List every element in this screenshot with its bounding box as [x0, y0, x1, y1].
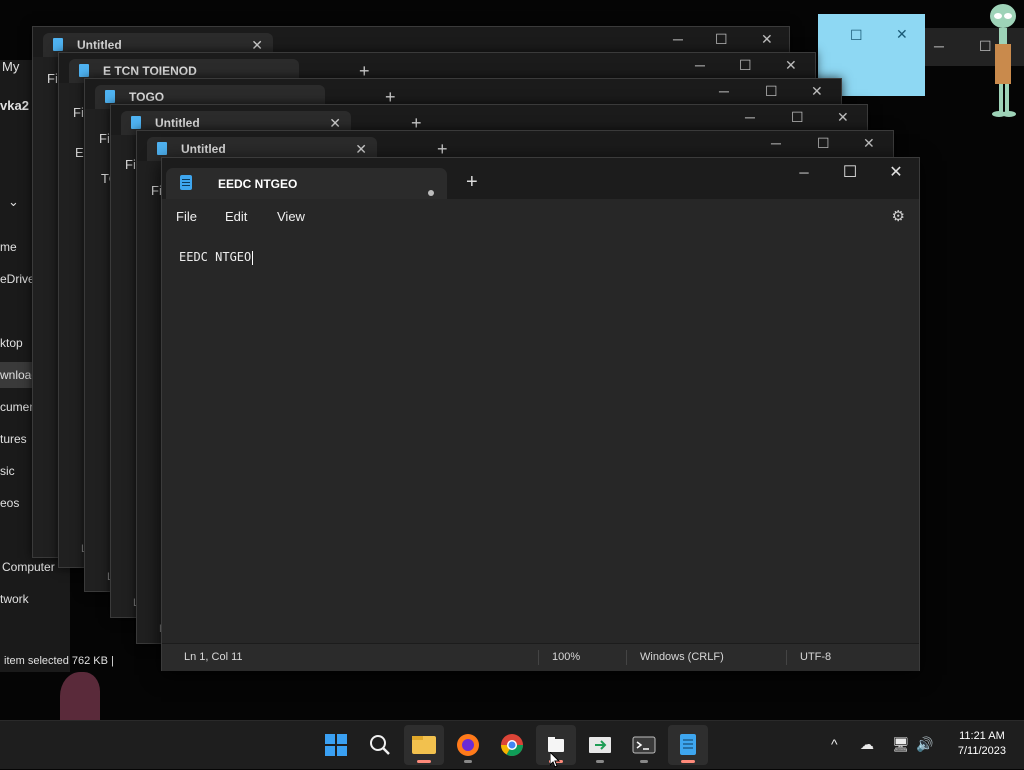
explorer-nav-item[interactable]: sic — [0, 464, 15, 478]
explorer-menu-fragment: My — [2, 59, 20, 74]
chevron-down-icon[interactable]: ⌄ — [8, 194, 19, 210]
tab-title: Untitled — [155, 116, 200, 130]
cartoon-character-image — [985, 2, 1021, 120]
remote-button[interactable] — [580, 725, 620, 765]
menu-fragment: Fi — [125, 157, 136, 172]
network-icon[interactable]: 🖥 — [892, 736, 910, 753]
status-bar: Ln 1, Col 11 100% Windows (CRLF) UTF-8 — [162, 643, 919, 671]
file-explorer-button[interactable] — [404, 725, 444, 765]
close-button[interactable]: ✕ — [873, 158, 919, 188]
bg-minimize-icon: ─ — [934, 38, 944, 54]
gear-icon[interactable]: ⚙ — [892, 207, 905, 225]
maximize-button[interactable]: ☐ — [827, 158, 873, 188]
tab-active[interactable]: EEDC NTGEO — [166, 168, 447, 199]
tab-title: EEDC NTGEO — [218, 177, 298, 191]
notepad-icon — [180, 175, 192, 190]
explorer-nav-item[interactable]: twork — [0, 592, 29, 606]
explorer-nav-item[interactable]: eos — [0, 496, 19, 510]
terminal-icon — [632, 736, 656, 754]
cloud-icon[interactable]: ☁ — [860, 736, 874, 753]
tab-title: Untitled — [181, 142, 226, 156]
line-ending: Windows (CRLF) — [640, 651, 724, 663]
start-icon — [325, 734, 347, 756]
zoom-level: 100% — [552, 651, 581, 663]
firefox-icon — [457, 734, 479, 756]
minimize-button[interactable]: ─ — [781, 158, 827, 188]
menu-edit[interactable]: Edit — [225, 209, 247, 224]
menu-bar: File Edit View ⚙ — [162, 199, 919, 233]
start-button[interactable] — [316, 725, 356, 765]
taskbar: ^ ☁ 🖥 🔊 11:21 AM 7/11/2023 — [0, 720, 1024, 769]
unsaved-dot-icon[interactable] — [428, 190, 434, 196]
terminal-button[interactable] — [624, 725, 664, 765]
explorer-nav-item[interactable]: Computer — [2, 560, 55, 574]
text-editor[interactable]: EEDC NTGEO — [162, 233, 919, 643]
wallpaper-fragment — [60, 672, 100, 720]
explorer-nav-item[interactable]: ktop — [0, 336, 23, 350]
encoding: UTF-8 — [800, 651, 832, 663]
cursor-position: Ln 1, Col 11 — [184, 651, 243, 663]
tab-title: E TCN TOIENOD — [103, 64, 197, 78]
editor-content: EEDC NTGEO — [179, 250, 254, 265]
text-fragment: E — [75, 145, 84, 160]
chrome-icon — [501, 734, 523, 756]
title-bar[interactable]: EEDC NTGEO + ─ ☐ ✕ — [162, 158, 919, 199]
tab-title: TOGO — [129, 90, 165, 104]
explorer-nav-item[interactable]: me — [0, 240, 17, 254]
chevron-up-icon[interactable]: ^ — [831, 736, 838, 752]
remote-icon — [589, 737, 611, 753]
menu-view[interactable]: View — [277, 209, 305, 224]
explorer-nav-item[interactable]: tures — [0, 432, 27, 446]
menu-file[interactable]: File — [176, 209, 197, 224]
bg-close-icon: ✕ — [896, 26, 908, 42]
text-caret — [252, 250, 254, 265]
search-icon — [370, 735, 390, 755]
menu-fragment: Fi — [99, 131, 110, 146]
new-tab-button[interactable]: + — [466, 172, 478, 192]
firefox-button[interactable] — [448, 725, 488, 765]
bg-maximize-icon: ☐ — [850, 27, 863, 43]
volume-icon[interactable]: 🔊 — [916, 736, 933, 753]
notepad-icon — [680, 734, 696, 755]
chrome-button[interactable] — [492, 725, 532, 765]
notepad-taskbar-button[interactable] — [668, 725, 708, 765]
clock[interactable]: 11:21 AM 7/11/2023 — [958, 729, 1006, 759]
mouse-cursor-icon — [550, 752, 561, 768]
tab-title: Untitled — [77, 38, 122, 52]
clock-date: 7/11/2023 — [957, 745, 1006, 757]
editor-text: EEDC NTGEO — [179, 250, 252, 264]
explorer-title-fragment: vka2 — [0, 98, 29, 113]
clock-time: 11:21 AM — [959, 730, 1005, 742]
file-explorer-icon — [412, 736, 436, 754]
explorer-nav-item[interactable]: eDrive — [0, 272, 35, 286]
explorer-status: item selected 762 KB | — [4, 655, 114, 667]
notepad-window: EEDC NTGEO + ─ ☐ ✕ File Edit View ⚙ EEDC… — [161, 157, 920, 671]
search-button[interactable] — [360, 725, 400, 765]
